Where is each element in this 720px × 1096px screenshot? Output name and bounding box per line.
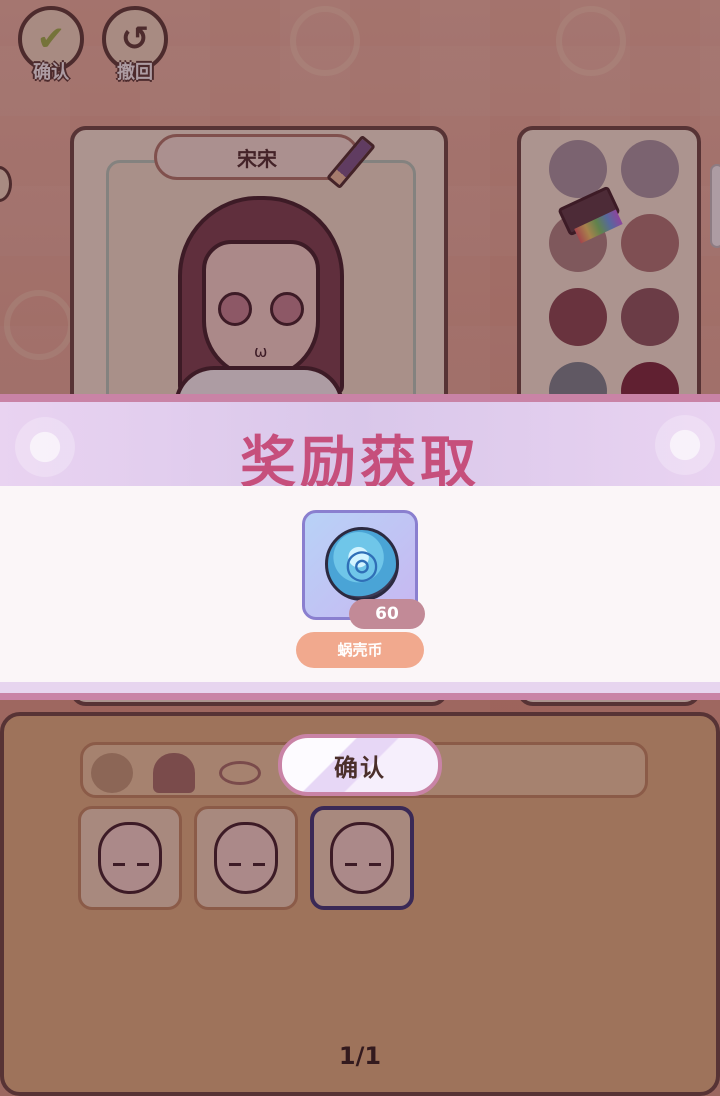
reward-confirm-label: 确认 xyxy=(334,753,386,782)
spiral-coin-icon: ◎ xyxy=(325,527,399,601)
reward-item-count: 60 xyxy=(349,599,425,629)
reward-confirm-button[interactable]: 确认 xyxy=(278,734,442,796)
reward-item-tile: ◎ 60 xyxy=(302,510,425,629)
reward-header: 奖励获取 xyxy=(0,394,720,496)
reward-bottom-edge xyxy=(0,682,720,700)
reward-item-name: 蜗壳币 xyxy=(296,632,424,668)
reward-popup: 奖励获取 ◎ 60 蜗壳币 xyxy=(0,394,720,700)
